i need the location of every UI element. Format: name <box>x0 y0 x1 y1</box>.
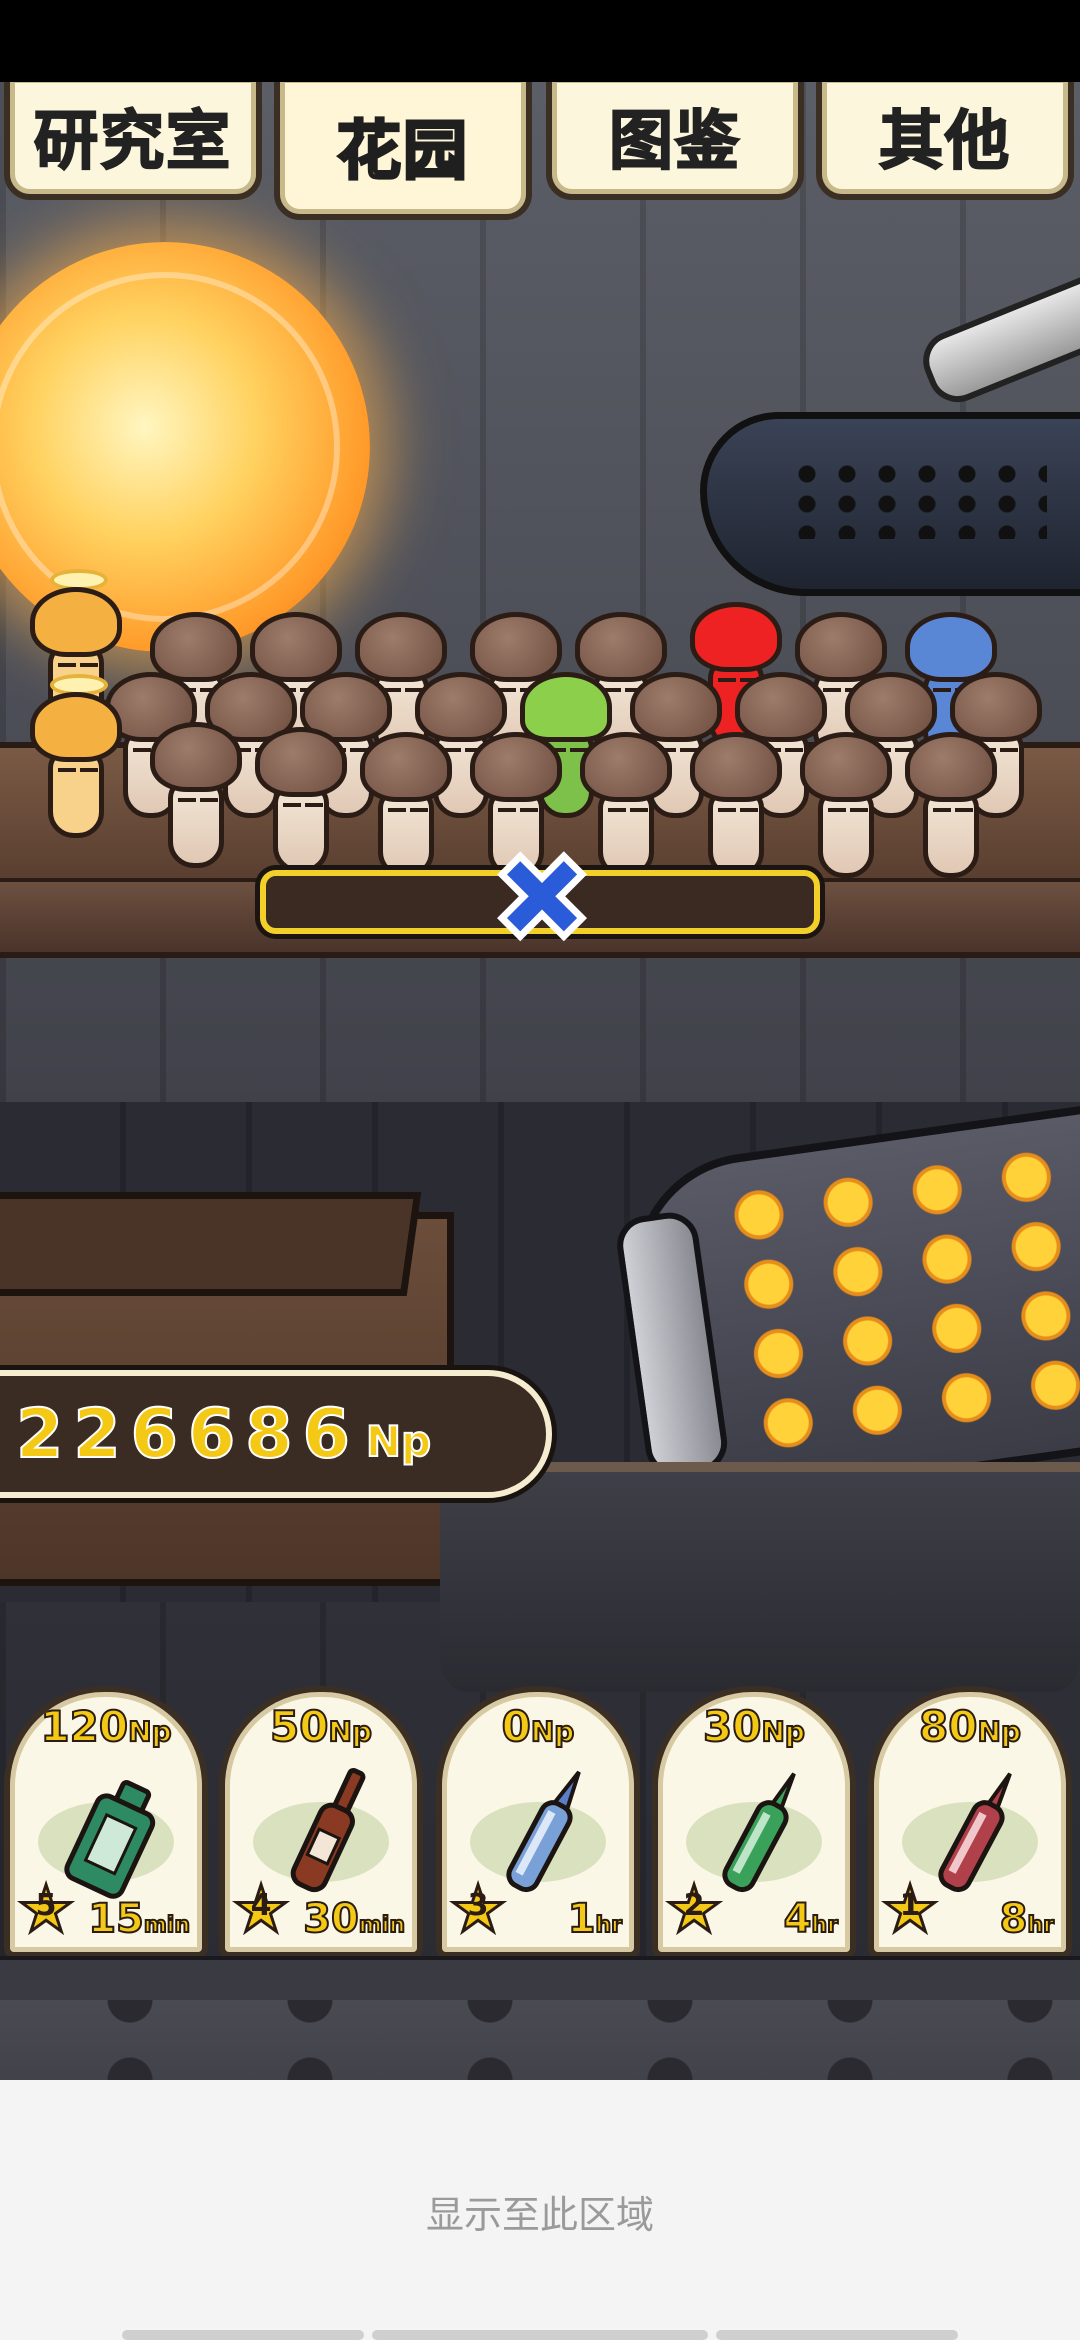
tab-label: 图鉴 <box>608 104 741 180</box>
price-value: 80 <box>918 1701 978 1752</box>
mushroom[interactable] <box>360 732 452 882</box>
iron-machine <box>700 412 1080 596</box>
price-value: 120 <box>39 1701 129 1752</box>
bottle-card-5[interactable]: 80Np ★ 1 8hr <box>868 1686 1072 1958</box>
game-screen[interactable]: ✖ 研究室 花园 图鉴 其他 226686 Np 120Np ★ 5 15min… <box>0 82 1080 2080</box>
bottle-card-4[interactable]: 30Np ★ 2 4hr <box>652 1686 856 1958</box>
bottle-icon <box>722 1772 796 1893</box>
price-unit: Np <box>976 1714 1022 1749</box>
ornament-border <box>0 1956 1080 2004</box>
bottle-icon <box>506 1770 581 1893</box>
np-counter: 226686 Np <box>0 1370 552 1498</box>
price-unit: Np <box>127 1714 173 1749</box>
tab-lab[interactable]: 研究室 <box>4 82 262 200</box>
basin <box>440 1462 1080 1692</box>
tab-label: 花园 <box>336 114 469 191</box>
bottle-card-3[interactable]: 0Np ★ 3 1hr <box>436 1686 640 1958</box>
star-rank: 5 <box>35 1888 57 1923</box>
ornament-panel <box>0 2000 1080 2080</box>
star-rank: 2 <box>683 1888 705 1923</box>
bottle-icon <box>64 1780 156 1899</box>
price-value: 30 <box>702 1701 762 1752</box>
price-value: 0 <box>501 1701 532 1752</box>
mushroom[interactable] <box>150 722 242 872</box>
status-bar <box>0 0 1080 82</box>
time-unit: hr <box>1027 1912 1055 1939</box>
tab-other[interactable]: 其他 <box>816 82 1074 200</box>
time-value: 4 <box>783 1895 813 1943</box>
price-unit: Np <box>760 1714 806 1749</box>
bottom-area: 显示至此区域 <box>0 2080 1080 2340</box>
time-unit: min <box>143 1912 191 1939</box>
price-value: 50 <box>269 1701 329 1752</box>
time-unit: min <box>358 1912 406 1939</box>
np-amount: 226686 <box>15 1394 360 1475</box>
mushroom[interactable] <box>800 732 892 882</box>
tab-bar: 研究室 花园 图鉴 其他 <box>0 82 1080 222</box>
time-unit: hr <box>811 1912 839 1939</box>
bottom-area-label: 显示至此区域 <box>425 2193 654 2237</box>
time-value: 1 <box>567 1895 597 1943</box>
star-rank: 4 <box>250 1888 272 1923</box>
bottle-card-1[interactable]: 120Np ★ 5 15min <box>4 1686 208 1958</box>
time-value: 15 <box>87 1895 145 1943</box>
close-icon[interactable]: ✖ <box>488 836 596 963</box>
time-value: 30 <box>302 1895 360 1943</box>
nav-handle <box>716 2330 958 2340</box>
bottle-icon <box>938 1772 1012 1893</box>
time-unit: hr <box>595 1912 623 1939</box>
angel-mushroom[interactable] <box>30 674 122 842</box>
bottle-icon <box>290 1768 366 1893</box>
star-rank: 1 <box>899 1888 921 1923</box>
price-unit: Np <box>530 1714 576 1749</box>
price-unit: Np <box>327 1714 373 1749</box>
tab-label: 其他 <box>878 104 1011 180</box>
star-rank: 3 <box>467 1888 489 1923</box>
nav-handle <box>372 2330 708 2340</box>
mushroom[interactable] <box>690 732 782 882</box>
np-unit: Np <box>365 1416 432 1467</box>
fertilizer-cards: 120Np ★ 5 15min 50Np ★ 4 30min 0Np ★ 3 1… <box>0 1686 1080 1958</box>
tab-label: 研究室 <box>33 104 232 180</box>
bottle-card-2[interactable]: 50Np ★ 4 30min <box>219 1686 423 1958</box>
nav-handle <box>122 2330 364 2340</box>
mushroom[interactable] <box>905 732 997 882</box>
mushroom[interactable] <box>255 727 347 877</box>
tab-encyclopedia[interactable]: 图鉴 <box>546 82 804 200</box>
wooden-box-lid <box>0 1192 422 1296</box>
tab-garden[interactable]: 花园 <box>274 82 532 220</box>
time-value: 8 <box>999 1895 1029 1943</box>
